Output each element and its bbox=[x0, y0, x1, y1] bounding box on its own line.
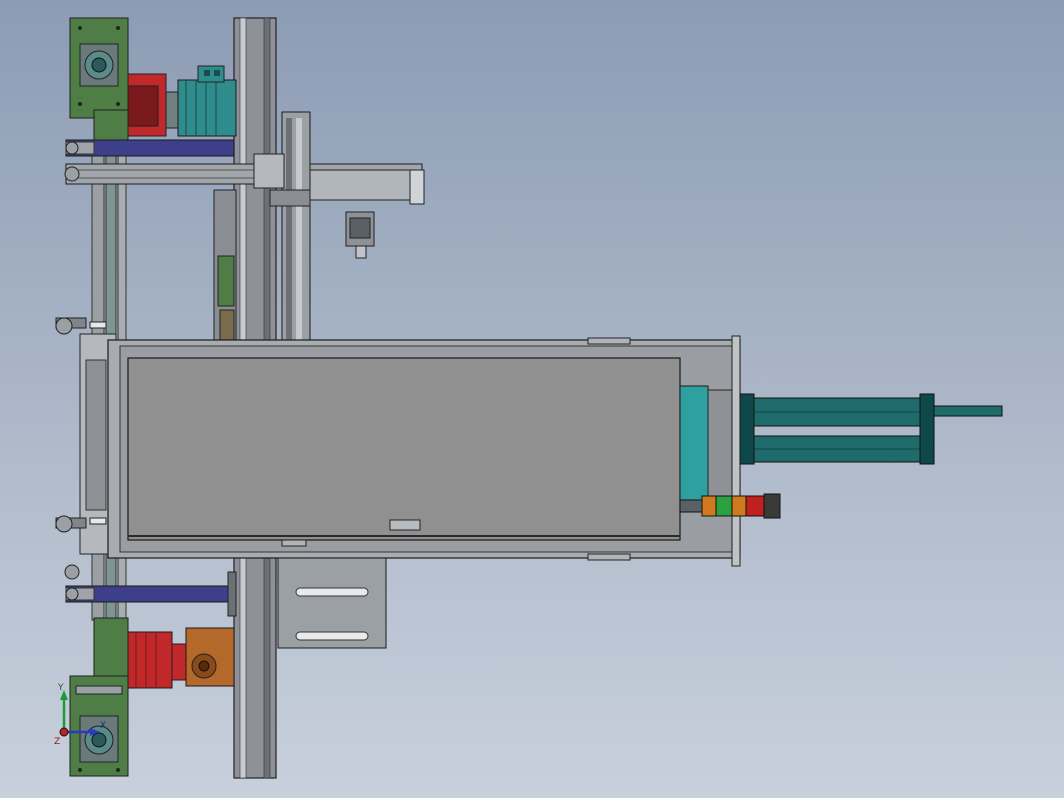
bottom-slotted-plate bbox=[277, 557, 387, 649]
assembly-drawing: Y X Z bbox=[54, 17, 1003, 779]
bottom-crossbar bbox=[64, 564, 237, 617]
sensor-block bbox=[345, 211, 375, 259]
triad-z-label: Z bbox=[54, 737, 60, 747]
triad-x-label: X bbox=[100, 721, 106, 731]
main-carriage bbox=[79, 333, 741, 567]
triad-y-label: Y bbox=[57, 683, 64, 693]
top-gearmotor bbox=[127, 65, 237, 137]
top-mount-bracket bbox=[69, 17, 129, 141]
pneumatic-cylinders bbox=[739, 393, 1003, 465]
bottom-gearmotor bbox=[127, 627, 235, 689]
top-crossbar bbox=[65, 139, 235, 157]
cad-viewport[interactable]: Y X Z bbox=[0, 0, 1064, 798]
bottom-mount-bracket bbox=[69, 617, 129, 777]
